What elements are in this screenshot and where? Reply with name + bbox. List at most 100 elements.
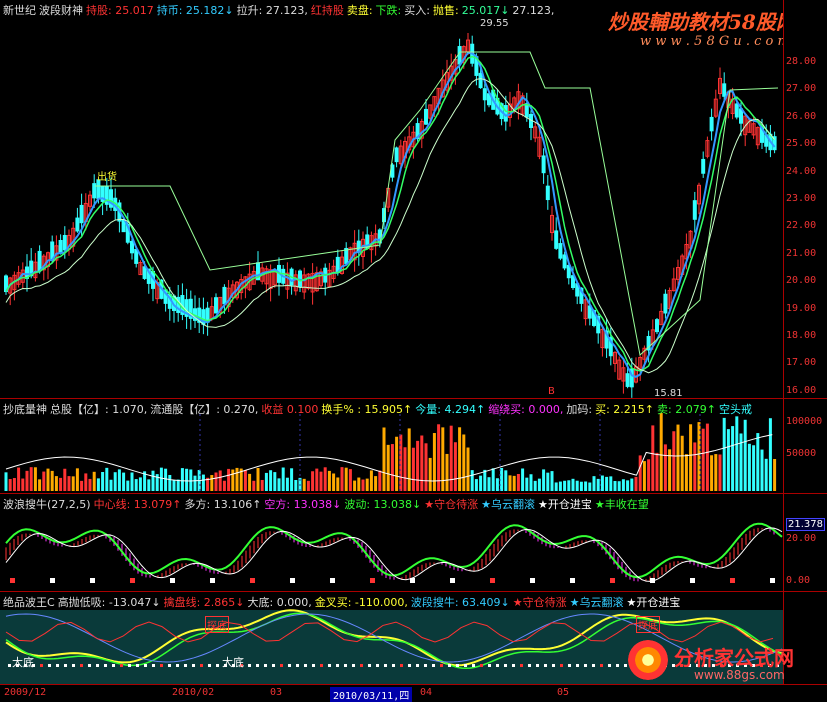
volume-bar	[54, 476, 58, 491]
volume-bar	[361, 479, 365, 491]
signal-square	[10, 578, 15, 583]
volume-bar	[516, 473, 520, 491]
volume-bar	[647, 459, 651, 491]
volume-bar	[600, 475, 604, 491]
volume-bar	[340, 467, 344, 491]
signal-dot	[512, 664, 515, 667]
volume-bar	[17, 467, 21, 491]
volume-bar	[752, 445, 756, 491]
volume-bar	[596, 478, 600, 491]
volume-bar	[508, 475, 512, 491]
signal-square	[330, 578, 335, 583]
signal-dot	[144, 664, 147, 667]
volume-bar	[193, 475, 197, 491]
signal-square	[730, 578, 735, 583]
signal-dot	[328, 664, 331, 667]
volume-bar	[302, 478, 306, 491]
price-axis-tick: 17.00	[786, 357, 817, 369]
signal-dot	[352, 664, 355, 667]
signal-dot	[176, 664, 179, 667]
wave-oscillator-pane[interactable]: 波浪搜牛(27,2,5) 中心线: 13.079↑ 多方: 13.106↑ 空方: 1…	[0, 494, 783, 591]
probe-marker-1: 探底	[205, 616, 229, 633]
volume-bar	[227, 468, 231, 491]
signal-dot	[384, 664, 387, 667]
volume-bar	[281, 467, 285, 491]
date-label: 04	[420, 687, 433, 698]
volume-bar	[222, 480, 226, 491]
header-field: 买入:	[404, 4, 430, 17]
volume-bar	[306, 480, 310, 491]
signal-dot	[392, 664, 395, 667]
volume-bar	[105, 467, 109, 491]
volume-bar	[563, 480, 567, 491]
low-price-label: 15.81	[654, 388, 683, 398]
header-field: 红持股	[310, 4, 344, 17]
volume-bar	[571, 478, 575, 491]
volume-bar	[655, 452, 659, 491]
signal-dot	[360, 664, 363, 667]
volume-bar	[126, 480, 130, 491]
signal-dot	[280, 664, 283, 667]
volume-bar	[768, 418, 772, 491]
candle-body	[722, 83, 727, 97]
header-field: 抄底量神	[3, 403, 47, 416]
date-label: 05	[557, 687, 570, 698]
price-axis-tick: 18.00	[786, 330, 817, 341]
signal-square	[690, 578, 695, 583]
volume-bar	[735, 416, 739, 491]
volume-bar	[684, 454, 688, 491]
oscillator-axis-tick: 20.00	[786, 533, 817, 544]
volume-bar	[407, 428, 411, 491]
signal-dot	[64, 664, 67, 667]
price-chart-pane[interactable]: 新世纪 波段财神 持股: 25.017 持币: 25.182↓ 拉升: 27.123, 红…	[0, 0, 783, 398]
signal-dot	[472, 664, 475, 667]
volume-bar	[294, 480, 298, 491]
volume-bar	[101, 471, 105, 491]
header-field: 加码:	[566, 403, 593, 416]
volume-bar	[315, 468, 319, 491]
header-field: 波浪搜牛(27,2,5)	[3, 498, 91, 511]
volume-bar	[743, 419, 747, 491]
signal-dot	[424, 664, 427, 667]
bottom-label-1: 大底	[12, 656, 34, 669]
signal-dot	[616, 664, 619, 667]
signal-square	[770, 578, 775, 583]
signal-dot	[496, 664, 499, 667]
volume-bar	[617, 481, 621, 491]
candle-body	[214, 297, 218, 314]
header-field: 波动: 13.038↓	[344, 498, 422, 511]
candle-body	[58, 240, 63, 254]
signal-dot	[544, 664, 547, 667]
volume-bar	[390, 444, 394, 491]
signal-dot	[416, 664, 419, 667]
signal-dot	[528, 664, 531, 667]
volume-bar	[378, 470, 382, 491]
volume-bar	[395, 436, 399, 491]
candle-body	[75, 217, 80, 232]
header-field: 卖: 2.079↑	[657, 403, 716, 416]
candle-body	[457, 46, 462, 65]
header-field: 高抛低吸: -13.047↓	[57, 596, 161, 609]
signal-dot	[208, 664, 211, 667]
price-axis-tick: 21.00	[786, 247, 817, 259]
candle-body	[692, 200, 697, 220]
candle-body	[734, 103, 739, 118]
volume-bar	[29, 467, 33, 491]
volume-bar	[411, 447, 415, 491]
wave-king-header: 绝品波王C 高抛低吸: -13.047↓ 擒盘线: 2.865↓ 大底: 0.000,…	[3, 596, 683, 610]
volume-bar	[399, 434, 403, 491]
signal-dot	[96, 664, 99, 667]
signal-dot	[56, 664, 59, 667]
volume-bar	[554, 482, 558, 491]
candle-body	[709, 116, 714, 132]
volume-bar	[680, 435, 684, 491]
candlestick-chart[interactable]	[0, 0, 783, 398]
date-label: 2009/12	[4, 687, 47, 698]
fast-ma-line	[5, 51, 776, 379]
price-axis-tick: 20.00	[786, 275, 817, 287]
signal-square	[90, 578, 95, 583]
volume-pane[interactable]: 抄底量神 总股【亿】: 1.070, 流通股【亿】: 0.270, 收益 0.100 换…	[0, 399, 783, 493]
watermark-88gs: 分析家公式网 www.88gs.com	[628, 638, 823, 686]
header-field: 换手% : 15.905↑	[321, 403, 413, 416]
volume-bar	[718, 454, 722, 491]
